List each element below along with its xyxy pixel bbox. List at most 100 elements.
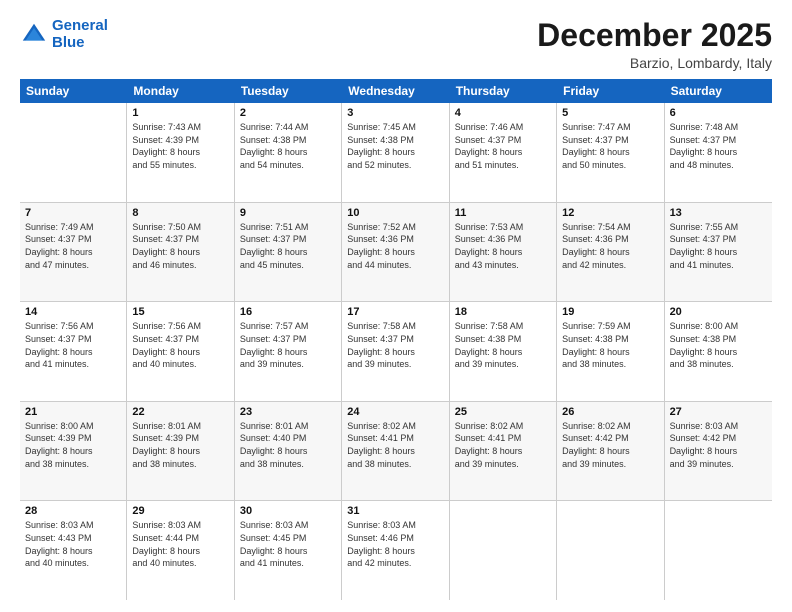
cell-info: Sunrise: 7:47 AM Sunset: 4:37 PM Dayligh… [562,121,658,171]
calendar-cell: 24 Sunrise: 8:02 AM Sunset: 4:41 PM Dayli… [342,402,449,501]
cell-info: Sunrise: 8:02 AM Sunset: 4:41 PM Dayligh… [455,420,551,470]
calendar-week-4: 21Sunrise: 8:00 AM Sunset: 4:39 PM Dayli… [20,402,772,502]
cell-day-number: 4 [455,107,551,119]
cell-day-number: 9 [240,207,336,219]
cell-info: Sunrise: 8:03 AM Sunset: 4:44 PM Dayligh… [132,519,228,569]
calendar-cell: 15 Sunrise: 7:56 AM Sunset: 4:37 PM Dayli… [127,302,234,401]
calendar-cell [450,501,557,600]
calendar-cell: 23 Sunrise: 8:01 AM Sunset: 4:40 PM Dayli… [235,402,342,501]
cell-info: Sunrise: 7:59 AM Sunset: 4:38 PM Dayligh… [562,320,658,370]
calendar-cell: 2 Sunrise: 7:44 AM Sunset: 4:38 PM Daylig… [235,103,342,202]
cell-day-number: 22 [132,406,228,418]
cell-info: Sunrise: 7:53 AM Sunset: 4:36 PM Dayligh… [455,221,551,271]
cell-day-number: 6 [670,107,767,119]
cell-info: Sunrise: 8:01 AM Sunset: 4:40 PM Dayligh… [240,420,336,470]
calendar-cell: 10Sunrise: 7:52 AM Sunset: 4:36 PM Dayli… [342,203,449,302]
cell-info: Sunrise: 7:56 AM Sunset: 4:37 PM Dayligh… [132,320,228,370]
calendar-week-2: 7 Sunrise: 7:49 AM Sunset: 4:37 PM Daylig… [20,203,772,303]
calendar-cell: 8Sunrise: 7:50 AM Sunset: 4:37 PM Daylig… [127,203,234,302]
page: General Blue December 2025 Barzio, Lomba… [0,0,792,612]
cell-info: Sunrise: 8:03 AM Sunset: 4:42 PM Dayligh… [670,420,767,470]
calendar-cell: 18 Sunrise: 7:58 AM Sunset: 4:38 PM Dayli… [450,302,557,401]
cell-info: Sunrise: 7:43 AM Sunset: 4:39 PM Dayligh… [132,121,228,171]
cell-day-number: 28 [25,505,121,517]
logo-line1: General [52,17,108,34]
header-day-thursday: Thursday [450,79,557,103]
location: Barzio, Lombardy, Italy [537,55,772,71]
title-block: December 2025 Barzio, Lombardy, Italy [537,18,772,71]
cell-day-number: 17 [347,306,443,318]
cell-day-number: 5 [562,107,658,119]
cell-info: Sunrise: 7:45 AM Sunset: 4:38 PM Dayligh… [347,121,443,171]
calendar-cell: 30Sunrise: 8:03 AM Sunset: 4:45 PM Dayli… [235,501,342,600]
header-day-friday: Friday [557,79,664,103]
cell-info: Sunrise: 8:01 AM Sunset: 4:39 PM Dayligh… [132,420,228,470]
cell-day-number: 24 [347,406,443,418]
cell-day-number: 7 [25,207,121,219]
calendar-cell: 12Sunrise: 7:54 AM Sunset: 4:36 PM Dayli… [557,203,664,302]
cell-day-number: 23 [240,406,336,418]
cell-info: Sunrise: 7:57 AM Sunset: 4:37 PM Dayligh… [240,320,336,370]
calendar-cell: 22 Sunrise: 8:01 AM Sunset: 4:39 PM Dayli… [127,402,234,501]
cell-info: Sunrise: 8:00 AM Sunset: 4:39 PM Dayligh… [25,420,121,470]
calendar-cell: 13Sunrise: 7:55 AM Sunset: 4:37 PM Dayli… [665,203,772,302]
calendar-week-1: 1Sunrise: 7:43 AM Sunset: 4:39 PM Daylig… [20,103,772,203]
cell-day-number: 20 [670,306,767,318]
header-day-sunday: Sunday [20,79,127,103]
calendar-cell: 25 Sunrise: 8:02 AM Sunset: 4:41 PM Dayli… [450,402,557,501]
logo-line2: Blue [52,34,85,51]
header-day-tuesday: Tuesday [235,79,342,103]
cell-info: Sunrise: 7:58 AM Sunset: 4:37 PM Dayligh… [347,320,443,370]
header-day-wednesday: Wednesday [342,79,449,103]
calendar-header: SundayMondayTuesdayWednesdayThursdayFrid… [20,79,772,103]
cell-day-number: 25 [455,406,551,418]
cell-info: Sunrise: 7:58 AM Sunset: 4:38 PM Dayligh… [455,320,551,370]
cell-info: Sunrise: 7:49 AM Sunset: 4:37 PM Dayligh… [25,221,121,271]
calendar-cell: 11Sunrise: 7:53 AM Sunset: 4:36 PM Dayli… [450,203,557,302]
header-day-monday: Monday [127,79,234,103]
calendar-cell: 29 Sunrise: 8:03 AM Sunset: 4:44 PM Dayli… [127,501,234,600]
logo: General Blue [20,18,108,51]
logo-icon [20,21,48,49]
cell-info: Sunrise: 8:03 AM Sunset: 4:46 PM Dayligh… [347,519,443,569]
calendar-cell [557,501,664,600]
calendar-cell: 7 Sunrise: 7:49 AM Sunset: 4:37 PM Daylig… [20,203,127,302]
calendar-cell: 26Sunrise: 8:02 AM Sunset: 4:42 PM Dayli… [557,402,664,501]
calendar-week-5: 28Sunrise: 8:03 AM Sunset: 4:43 PM Dayli… [20,501,772,600]
cell-day-number: 2 [240,107,336,119]
cell-info: Sunrise: 7:44 AM Sunset: 4:38 PM Dayligh… [240,121,336,171]
calendar-week-3: 14 Sunrise: 7:56 AM Sunset: 4:37 PM Dayli… [20,302,772,402]
cell-info: Sunrise: 7:50 AM Sunset: 4:37 PM Dayligh… [132,221,228,271]
cell-info: Sunrise: 8:02 AM Sunset: 4:42 PM Dayligh… [562,420,658,470]
cell-day-number: 14 [25,306,121,318]
cell-day-number: 16 [240,306,336,318]
calendar-cell: 4Sunrise: 7:46 AM Sunset: 4:37 PM Daylig… [450,103,557,202]
cell-day-number: 29 [132,505,228,517]
cell-info: Sunrise: 8:00 AM Sunset: 4:38 PM Dayligh… [670,320,767,370]
cell-day-number: 15 [132,306,228,318]
cell-day-number: 27 [670,406,767,418]
calendar-cell: 21Sunrise: 8:00 AM Sunset: 4:39 PM Dayli… [20,402,127,501]
calendar-cell: 19 Sunrise: 7:59 AM Sunset: 4:38 PM Dayli… [557,302,664,401]
calendar-cell [20,103,127,202]
cell-info: Sunrise: 7:52 AM Sunset: 4:36 PM Dayligh… [347,221,443,271]
cell-info: Sunrise: 7:56 AM Sunset: 4:37 PM Dayligh… [25,320,121,370]
cell-day-number: 3 [347,107,443,119]
cell-info: Sunrise: 8:03 AM Sunset: 4:45 PM Dayligh… [240,519,336,569]
header-day-saturday: Saturday [665,79,772,103]
header: General Blue December 2025 Barzio, Lomba… [20,18,772,71]
calendar-cell [665,501,772,600]
calendar-cell: 5 Sunrise: 7:47 AM Sunset: 4:37 PM Daylig… [557,103,664,202]
cell-day-number: 19 [562,306,658,318]
calendar-cell: 16 Sunrise: 7:57 AM Sunset: 4:37 PM Dayli… [235,302,342,401]
calendar-cell: 28Sunrise: 8:03 AM Sunset: 4:43 PM Dayli… [20,501,127,600]
cell-day-number: 18 [455,306,551,318]
cell-day-number: 13 [670,207,767,219]
calendar-body: 1Sunrise: 7:43 AM Sunset: 4:39 PM Daylig… [20,103,772,600]
cell-info: Sunrise: 7:48 AM Sunset: 4:37 PM Dayligh… [670,121,767,171]
cell-day-number: 31 [347,505,443,517]
cell-info: Sunrise: 8:02 AM Sunset: 4:41 PM Dayligh… [347,420,443,470]
logo-text: General Blue [52,18,108,51]
calendar-cell: 1Sunrise: 7:43 AM Sunset: 4:39 PM Daylig… [127,103,234,202]
calendar-cell: 17 Sunrise: 7:58 AM Sunset: 4:37 PM Dayli… [342,302,449,401]
